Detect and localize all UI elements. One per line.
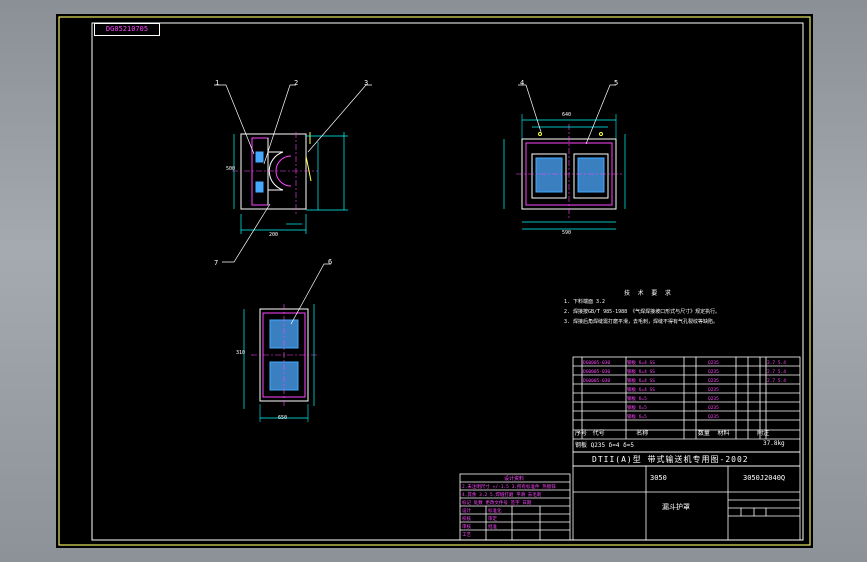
svg-text:DG0005-030: DG0005-030 (583, 378, 610, 384)
svg-text:Q235: Q235 (708, 360, 719, 366)
svg-text:钢板 δ=4 SS: 钢板 δ=4 SS (627, 377, 655, 384)
svg-text:Q235: Q235 (708, 414, 719, 420)
svg-text:2.未注明尺寸 +/-1.5 3.所有标准件 热镀锌: 2.未注明尺寸 +/-1.5 3.所有标准件 热镀锌 (462, 483, 556, 490)
svg-text:DG0005-030: DG0005-030 (583, 369, 610, 375)
bom-h-no: 序号 (575, 430, 588, 437)
svg-text:工艺: 工艺 (462, 532, 471, 538)
callout-4: 4 (520, 79, 525, 87)
svg-text:Q235: Q235 (708, 378, 719, 384)
svg-text:钢板 δ=4 SS: 钢板 δ=4 SS (627, 386, 655, 393)
bom-h-mat: 材料 (717, 430, 730, 437)
svg-text:标记 处数 更改文件号 签字 日期: 标记 处数 更改文件号 签字 日期 (462, 499, 532, 506)
svg-text:2.7 5.4: 2.7 5.4 (767, 378, 786, 384)
dim-view2-bottom: 590 (562, 230, 572, 236)
drawing-id-tag: DG05210705 (94, 23, 160, 36)
dim-view1-bottom: 200 (269, 232, 279, 238)
view-top-leaders (290, 263, 331, 325)
part-name: 漏斗护罩 (662, 503, 690, 511)
svg-text:钢板 δ=5: 钢板 δ=5 (627, 395, 647, 402)
view-front (232, 132, 348, 234)
machine-title: DTII(A)型 带式输送机专用图-2002 (592, 455, 749, 464)
svg-text:批准: 批准 (488, 523, 497, 530)
callout-2: 2 (294, 79, 299, 87)
dim-view2-top: 640 (562, 112, 572, 118)
notes-line-3: 3. 焊接后角焊缝需打磨平滑，去毛刺，焊缝不得有气孔裂纹等缺陷。 (564, 319, 719, 325)
svg-text:2.7 5.4: 2.7 5.4 (767, 369, 786, 375)
svg-text:审定: 审定 (488, 515, 497, 522)
material-row: 钢板 Q235 δ=4 δ=5 37.8kg (575, 440, 785, 449)
spec-left: 3050 (650, 474, 667, 482)
bom-h-name: 名称 (636, 430, 649, 437)
callout-7: 7 (214, 259, 219, 267)
svg-text:钢板 δ=5: 钢板 δ=5 (627, 413, 647, 420)
svg-text:4.其余 3.2 5.焊缝打磨 平滑 去毛刺: 4.其余 3.2 5.焊缝打磨 平滑 去毛刺 (462, 491, 542, 498)
view-top (243, 304, 318, 422)
svg-text:审核: 审核 (462, 523, 471, 530)
sign-block (459, 473, 571, 541)
bom-header-row: 序号 代号 名称 数量 材料 附注 (575, 428, 787, 437)
dim-view1-left: 500 (226, 166, 236, 172)
bom-h-code: 代号 (592, 430, 605, 437)
svg-text:Q235: Q235 (708, 396, 719, 402)
svg-text:Q235: Q235 (708, 387, 719, 393)
notes-line-2: 2. 焊接按GB/T 985-1988 《气焊焊接坡口形式与尺寸》规定执行。 (564, 309, 721, 315)
svg-text:DG0005-030: DG0005-030 (583, 360, 610, 366)
sign-header: 设计资料 (504, 476, 525, 482)
svg-text:设计: 设计 (462, 507, 471, 514)
svg-text:Q235: Q235 (708, 405, 719, 411)
notes-line-1: 1. 下料端面 3.2 (564, 299, 606, 305)
drawing-sheet: DG0005-030 钢板 δ=4 SS Q235 2.7 5.4 DG0005-03… (58, 16, 811, 546)
callout-5: 5 (614, 79, 619, 87)
svg-text:2.7 5.4: 2.7 5.4 (767, 360, 786, 366)
svg-text:标准化: 标准化 (488, 507, 502, 514)
view-front-leaders (214, 84, 372, 263)
drawing-number: 3050J2040Q (743, 474, 786, 482)
dim-view3-left: 310 (236, 350, 246, 356)
svg-text:Q235: Q235 (708, 369, 719, 375)
callout-3: 3 (364, 79, 369, 87)
svg-text:钢板 δ=4 SS: 钢板 δ=4 SS (627, 359, 655, 366)
callout-6: 6 (328, 258, 333, 266)
view-side (503, 114, 626, 230)
material-row-text: 钢板 Q235 δ=4 δ=5 (575, 442, 634, 449)
svg-text:校核: 校核 (462, 515, 471, 522)
weight-value: 37.8kg (763, 440, 785, 447)
svg-text:钢板 δ=4 SS: 钢板 δ=4 SS (627, 368, 655, 375)
bom-h-qty: 数量 (697, 430, 710, 437)
notes-heading: 技 术 要 求 (624, 290, 673, 297)
cad-drawing-canvas[interactable]: DG0005-030 钢板 δ=4 SS Q235 2.7 5.4 DG0005-03… (56, 14, 813, 548)
svg-text:钢板 δ=5: 钢板 δ=5 (627, 404, 647, 411)
dim-view3-bottom: 650 (278, 415, 288, 421)
callout-1: 1 (215, 79, 220, 87)
bom-h-note: 附注 (757, 430, 770, 437)
